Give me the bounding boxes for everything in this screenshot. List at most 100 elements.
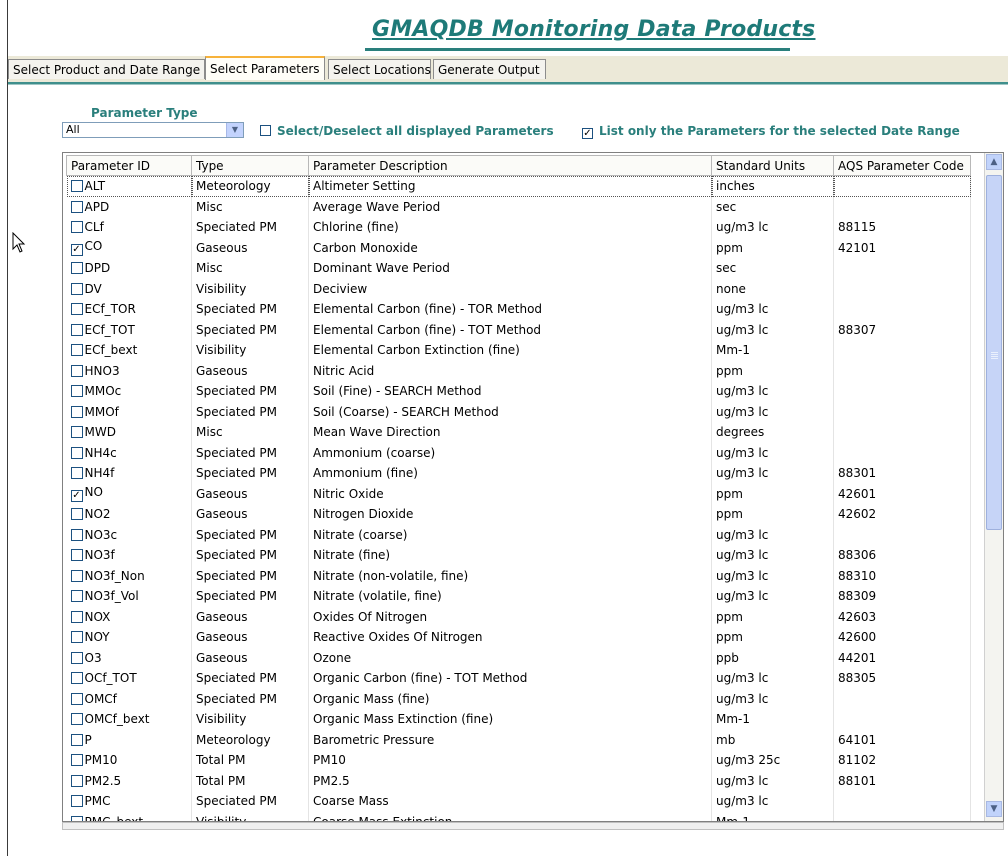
table-row[interactable]: P Meteorology Barometric Pressure mb 64101 xyxy=(66,729,971,750)
row-checkbox[interactable]: ✓ xyxy=(70,244,83,257)
row-checkbox[interactable] xyxy=(70,508,83,521)
row-checkbox[interactable] xyxy=(70,262,83,275)
list-only-checkbox[interactable]: ✓ xyxy=(582,128,593,139)
row-checkbox[interactable] xyxy=(70,303,83,316)
table-row[interactable]: NH4c Speciated PM Ammonium (coarse) ug/m3 l… xyxy=(66,442,971,463)
cell-id[interactable]: NO3f_Vol xyxy=(66,586,192,607)
cell-id[interactable]: MMOf xyxy=(66,401,192,422)
table-row[interactable]: OMCf Speciated PM Organic Mass (fine) ug/m3… xyxy=(66,688,971,709)
row-checkbox[interactable] xyxy=(70,364,83,377)
table-row[interactable]: NOY Gaseous Reactive Oxides Of Nitrogen ppm… xyxy=(66,627,971,648)
row-checkbox[interactable] xyxy=(70,323,83,336)
cell-id[interactable]: NOX xyxy=(66,606,192,627)
row-checkbox[interactable] xyxy=(70,692,83,705)
table-row[interactable]: OCf_TOT Speciated PM Organic Carbon (fine)… xyxy=(66,668,971,689)
row-checkbox[interactable] xyxy=(70,426,83,439)
column-header-description[interactable]: Parameter Description xyxy=(308,155,712,176)
column-header-aqs-code[interactable]: AQS Parameter Code xyxy=(833,155,971,176)
table-row[interactable]: NH4f Speciated PM Ammonium (fine) ug/m3 lc 8… xyxy=(66,463,971,484)
list-only-option[interactable]: ✓ List only the Parameters for the select… xyxy=(582,124,960,139)
table-row[interactable]: CLf Speciated PM Chlorine (fine) ug/m3 lc 88… xyxy=(66,217,971,238)
table-row[interactable]: ECf_bext Visibility Elemental Carbon Extin… xyxy=(66,340,971,361)
row-checkbox[interactable] xyxy=(70,528,83,541)
cell-id[interactable]: ✓ CO xyxy=(66,237,192,258)
cell-id[interactable]: PMC_bext xyxy=(66,811,192,821)
cell-id[interactable]: ECf_TOR xyxy=(66,299,192,320)
select-all-option[interactable]: Select/Deselect all displayed Parameters xyxy=(260,124,554,138)
cell-id[interactable]: CLf xyxy=(66,217,192,238)
table-row[interactable]: DPD Misc Dominant Wave Period sec xyxy=(66,258,971,279)
table-row[interactable]: PMC_bext Visibility Coarse Mass Extinction… xyxy=(66,811,971,821)
table-row[interactable]: MWD Misc Mean Wave Direction degrees xyxy=(66,422,971,443)
cell-id[interactable]: P xyxy=(66,729,192,750)
vertical-scrollbar[interactable]: ▲ ▼ xyxy=(984,153,1003,821)
table-row[interactable]: NO2 Gaseous Nitrogen Dioxide ppm 42602 xyxy=(66,504,971,525)
parameters-grid[interactable]: Parameter ID Type Parameter Description … xyxy=(62,152,1004,822)
cell-id[interactable]: NO3f_Non xyxy=(66,565,192,586)
cell-id[interactable]: OMCf xyxy=(66,688,192,709)
column-header-parameter-id[interactable]: Parameter ID xyxy=(66,155,192,176)
arrow-down-icon[interactable]: ▼ xyxy=(986,801,1002,817)
arrow-up-icon[interactable]: ▲ xyxy=(986,154,1002,170)
tab-select-parameters[interactable]: Select Parameters xyxy=(205,56,325,80)
cell-id[interactable]: NO2 xyxy=(66,504,192,525)
table-row[interactable]: MMOf Speciated PM Soil (Coarse) - SEARCH M… xyxy=(66,401,971,422)
cell-id[interactable]: ALT xyxy=(66,175,192,197)
tab-select-product-and-date-range[interactable]: Select Product and Date Range xyxy=(8,59,205,79)
table-row[interactable]: ALT Meteorology Altimeter Setting inches xyxy=(66,175,971,197)
row-checkbox[interactable] xyxy=(70,590,83,603)
cell-id[interactable]: OCf_TOT xyxy=(66,668,192,689)
cell-id[interactable]: MMOc xyxy=(66,381,192,402)
row-checkbox[interactable] xyxy=(70,672,83,685)
row-checkbox[interactable] xyxy=(70,733,83,746)
row-checkbox[interactable] xyxy=(70,446,83,459)
table-row[interactable]: DV Visibility Deciview none xyxy=(66,278,971,299)
cell-id[interactable]: DPD xyxy=(66,258,192,279)
parameter-type-select[interactable]: All ▼ xyxy=(62,122,244,138)
row-checkbox[interactable] xyxy=(70,200,83,213)
cell-id[interactable]: PM10 xyxy=(66,750,192,771)
table-row[interactable]: O3 Gaseous Ozone ppb 44201 xyxy=(66,647,971,668)
cell-id[interactable]: NO3c xyxy=(66,524,192,545)
cell-id[interactable]: PMC xyxy=(66,791,192,812)
cell-id[interactable]: NH4c xyxy=(66,442,192,463)
row-checkbox[interactable] xyxy=(70,221,83,234)
row-checkbox[interactable]: ✓ xyxy=(70,490,83,503)
row-checkbox[interactable] xyxy=(70,610,83,623)
table-row[interactable]: ECf_TOR Speciated PM Elemental Carbon (fin… xyxy=(66,299,971,320)
table-row[interactable]: NO3f Speciated PM Nitrate (fine) ug/m3 lc 88… xyxy=(66,545,971,566)
row-checkbox[interactable] xyxy=(70,569,83,582)
cell-id[interactable]: O3 xyxy=(66,647,192,668)
table-row[interactable]: HNO3 Gaseous Nitric Acid ppm xyxy=(66,360,971,381)
row-checkbox[interactable] xyxy=(70,467,83,480)
cell-id[interactable]: APD xyxy=(66,196,192,217)
cell-id[interactable]: HNO3 xyxy=(66,360,192,381)
table-row[interactable]: PM2.5 Total PM PM2.5 ug/m3 lc 88101 xyxy=(66,770,971,791)
table-row[interactable]: ✓ NO Gaseous Nitric Oxide ppm 42601 xyxy=(66,483,971,504)
table-row[interactable]: PM10 Total PM PM10 ug/m3 25c 81102 xyxy=(66,750,971,771)
row-checkbox[interactable] xyxy=(70,795,83,808)
table-row[interactable]: ECf_TOT Speciated PM Elemental Carbon (fin… xyxy=(66,319,971,340)
tab-select-locations[interactable]: Select Locations xyxy=(328,59,431,79)
cell-id[interactable]: DV xyxy=(66,278,192,299)
cell-id[interactable]: NO3f xyxy=(66,545,192,566)
row-checkbox[interactable] xyxy=(70,282,83,295)
chevron-down-icon[interactable]: ▼ xyxy=(226,123,243,137)
cell-id[interactable]: ✓ NO xyxy=(66,483,192,504)
row-checkbox[interactable] xyxy=(70,405,83,418)
table-row[interactable]: PMC Speciated PM Coarse Mass ug/m3 lc xyxy=(66,791,971,812)
row-checkbox[interactable] xyxy=(70,344,83,357)
row-checkbox[interactable] xyxy=(70,631,83,644)
table-row[interactable]: NO3c Speciated PM Nitrate (coarse) ug/m3 lc xyxy=(66,524,971,545)
table-row[interactable]: OMCf_bext Visibility Organic Mass Extincti… xyxy=(66,709,971,730)
table-row[interactable]: NOX Gaseous Oxides Of Nitrogen ppm 42603 xyxy=(66,606,971,627)
table-row[interactable]: MMOc Speciated PM Soil (Fine) - SEARCH Met… xyxy=(66,381,971,402)
cell-id[interactable]: ECf_bext xyxy=(66,340,192,361)
row-checkbox[interactable] xyxy=(70,180,83,193)
column-header-type[interactable]: Type xyxy=(191,155,309,176)
table-row[interactable]: APD Misc Average Wave Period sec xyxy=(66,196,971,217)
cell-id[interactable]: ECf_TOT xyxy=(66,319,192,340)
row-checkbox[interactable] xyxy=(70,385,83,398)
row-checkbox[interactable] xyxy=(70,713,83,726)
row-checkbox[interactable] xyxy=(70,754,83,767)
